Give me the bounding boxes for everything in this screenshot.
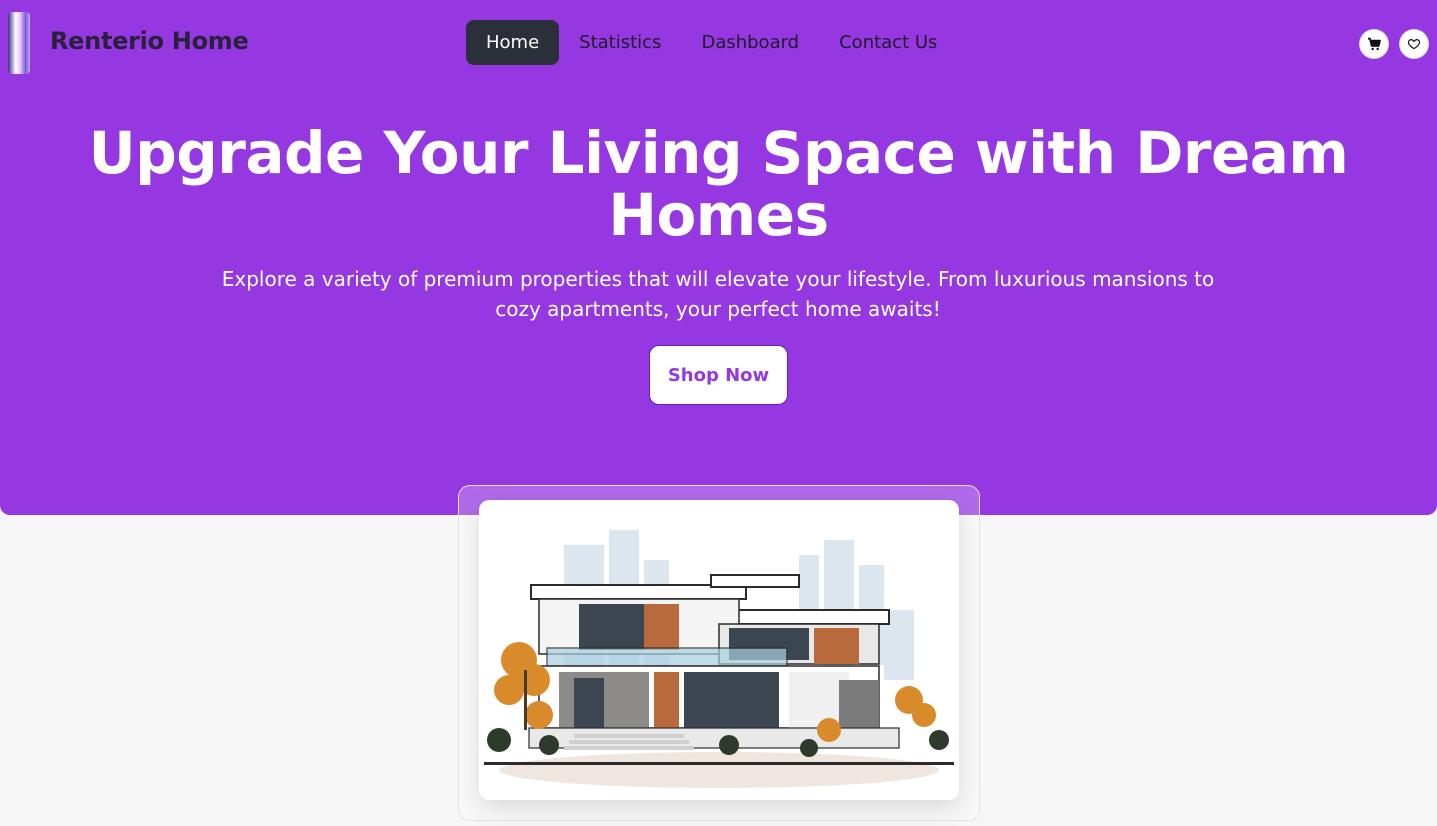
brand-name[interactable]: Renterio Home xyxy=(50,27,249,55)
hero-title: Upgrade Your Living Space with Dream Hom… xyxy=(88,119,1349,249)
banner-image xyxy=(479,500,959,800)
hero-subtitle: Explore a variety of premium properties … xyxy=(221,267,1215,321)
nav-dashboard[interactable]: Dashboard xyxy=(681,20,819,65)
cart-icon xyxy=(1368,37,1381,51)
hero-section: Upgrade Your Living Space with Dream Hom… xyxy=(0,86,1437,515)
shop-now-button[interactable]: Shop Now xyxy=(649,345,788,405)
cart-button[interactable] xyxy=(1359,29,1389,59)
heart-icon xyxy=(1407,39,1421,50)
nav-home[interactable]: Home xyxy=(466,20,560,65)
logo[interactable] xyxy=(8,12,30,74)
nav-links: Home Statistics Dashboard Contact Us xyxy=(466,20,957,65)
navbar: Renterio Home Home Statistics Dashboard … xyxy=(0,0,1437,86)
nav-statistics[interactable]: Statistics xyxy=(559,20,681,65)
wishlist-button[interactable] xyxy=(1399,29,1429,59)
house-illustration xyxy=(484,530,954,788)
nav-contact-us[interactable]: Contact Us xyxy=(819,20,957,65)
